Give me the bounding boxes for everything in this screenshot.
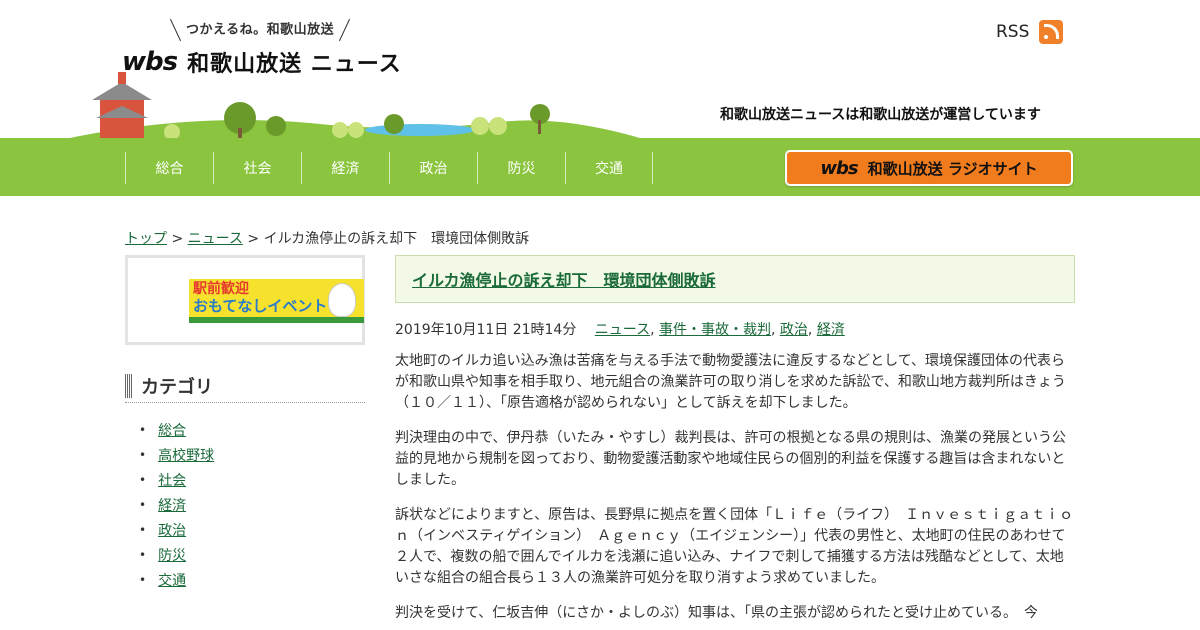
banner-line2: おもてなしイベント bbox=[193, 297, 328, 315]
logo-text: 和歌山放送 ニュース bbox=[187, 52, 402, 77]
breadcrumb-news[interactable]: ニュース bbox=[188, 231, 243, 247]
category-link-politics[interactable]: 政治 bbox=[158, 520, 186, 540]
tag-link-economy[interactable]: 経済 bbox=[817, 322, 845, 338]
tagline: つかえるね。和歌山放送 bbox=[165, 18, 355, 42]
breadcrumb-top[interactable]: トップ bbox=[125, 231, 167, 247]
nav-item-general[interactable]: 総合 bbox=[125, 152, 213, 184]
category-item: 防災 bbox=[139, 542, 365, 567]
article-paragraph: 太地町のイルカ追い込み漁は苦痛を与える手法で動物愛護法に違反するなどとして、環境… bbox=[395, 353, 1066, 411]
tag-link-politics[interactable]: 政治 bbox=[780, 322, 808, 338]
category-item: 交通 bbox=[139, 567, 365, 592]
category-item: 高校野球 bbox=[139, 442, 365, 467]
category-link-society[interactable]: 社会 bbox=[158, 470, 186, 490]
mascot-icon bbox=[328, 283, 356, 317]
site-logo[interactable]: wbs 和歌山放送 ニュース bbox=[122, 46, 402, 78]
wbs-logo-mark: wbs bbox=[122, 47, 178, 77]
slash-deco-left bbox=[169, 18, 182, 42]
rss-icon bbox=[1039, 20, 1064, 44]
category-link-economy[interactable]: 経済 bbox=[158, 495, 186, 515]
wbs-radio-logo-mark: wbs bbox=[820, 157, 858, 179]
article-meta: 2019年10月11日 21時14分 ニュース, 事件・事故・裁判, 政治, 経… bbox=[395, 322, 845, 338]
breadcrumb-separator: > bbox=[247, 231, 260, 247]
banner-strip bbox=[189, 317, 364, 323]
breadcrumb: トップ > ニュース > イルカ漁停止の訴え却下 環境団体側敗訴 bbox=[125, 228, 529, 248]
article-paragraph: 判決を受けて、仁坂吉伸（にさか・よしのぶ）知事は、「県の主張が認められたと受け止… bbox=[395, 605, 1039, 621]
nav-item-traffic[interactable]: 交通 bbox=[565, 152, 653, 184]
breadcrumb-current: イルカ漁停止の訴え却下 環境団体側敗訴 bbox=[263, 231, 530, 247]
event-banner[interactable]: 駅前歓迎 おもてなしイベント bbox=[189, 279, 364, 323]
article-title-box: イルカ漁停止の訴え却下 環境団体側敗訴 bbox=[395, 255, 1075, 303]
radio-site-label: 和歌山放送 ラジオサイト bbox=[867, 159, 1038, 178]
tag-link-incident[interactable]: 事件・事故・裁判 bbox=[659, 322, 771, 338]
banner-line1: 駅前歓迎 bbox=[193, 281, 249, 297]
operator-notice: 和歌山放送ニュースは和歌山放送が運営しています bbox=[720, 107, 1041, 123]
category-heading: カテゴリ bbox=[125, 373, 365, 403]
category-item: 社会 bbox=[139, 467, 365, 492]
category-item: 政治 bbox=[139, 517, 365, 542]
category-item: 経済 bbox=[139, 492, 365, 517]
category-list: 総合 高校野球 社会 経済 政治 防災 交通 bbox=[125, 417, 365, 592]
heading-bar-icon bbox=[125, 373, 133, 398]
nav-item-politics[interactable]: 政治 bbox=[389, 152, 477, 184]
global-nav: 総合 社会 経済 政治 防災 交通 wbs 和歌山放送 ラジオサイト bbox=[0, 138, 1200, 196]
category-link-general[interactable]: 総合 bbox=[158, 420, 186, 440]
article-main: イルカ漁停止の訴え却下 環境団体側敗訴 2019年10月11日 21時14分 ニ… bbox=[395, 255, 1075, 624]
slash-deco-right bbox=[339, 18, 351, 42]
rss-label: RSS bbox=[996, 22, 1030, 42]
category-link-baseball[interactable]: 高校野球 bbox=[158, 445, 214, 465]
category-title: カテゴリ bbox=[141, 376, 213, 398]
rss-link[interactable]: RSS bbox=[996, 20, 1064, 44]
article-title[interactable]: イルカ漁停止の訴え却下 環境団体側敗訴 bbox=[412, 267, 716, 291]
nav-items: 総合 社会 経済 政治 防災 交通 bbox=[125, 152, 653, 184]
category-link-disaster[interactable]: 防災 bbox=[158, 545, 186, 565]
breadcrumb-separator: > bbox=[171, 231, 184, 247]
sidebar: 駅前歓迎 おもてなしイベント カテゴリ 総合 高校野球 社会 経済 政治 防災 … bbox=[125, 255, 365, 592]
tag-link-news[interactable]: ニュース bbox=[595, 322, 650, 338]
article-date: 2019年10月11日 21時14分 bbox=[395, 322, 577, 338]
article-paragraph: 訴状などによりますと、原告は、長野県に拠点を置く団体「Ｌｉｆｅ（ライフ） Ｉｎｖ… bbox=[395, 507, 1074, 586]
article-paragraph: 判決理由の中で、伊丹恭（いたみ・やすし）裁判長は、許可の根拠となる県の規則は、漁… bbox=[395, 430, 1067, 488]
nav-item-society[interactable]: 社会 bbox=[213, 152, 301, 184]
nav-item-disaster[interactable]: 防災 bbox=[477, 152, 565, 184]
banner-box: 駅前歓迎 おもてなしイベント bbox=[125, 255, 365, 345]
category-item: 総合 bbox=[139, 417, 365, 442]
tagline-text: つかえるね。和歌山放送 bbox=[186, 22, 335, 38]
radio-site-button[interactable]: wbs 和歌山放送 ラジオサイト bbox=[785, 150, 1073, 186]
nav-item-economy[interactable]: 経済 bbox=[301, 152, 389, 184]
category-link-traffic[interactable]: 交通 bbox=[158, 570, 186, 590]
